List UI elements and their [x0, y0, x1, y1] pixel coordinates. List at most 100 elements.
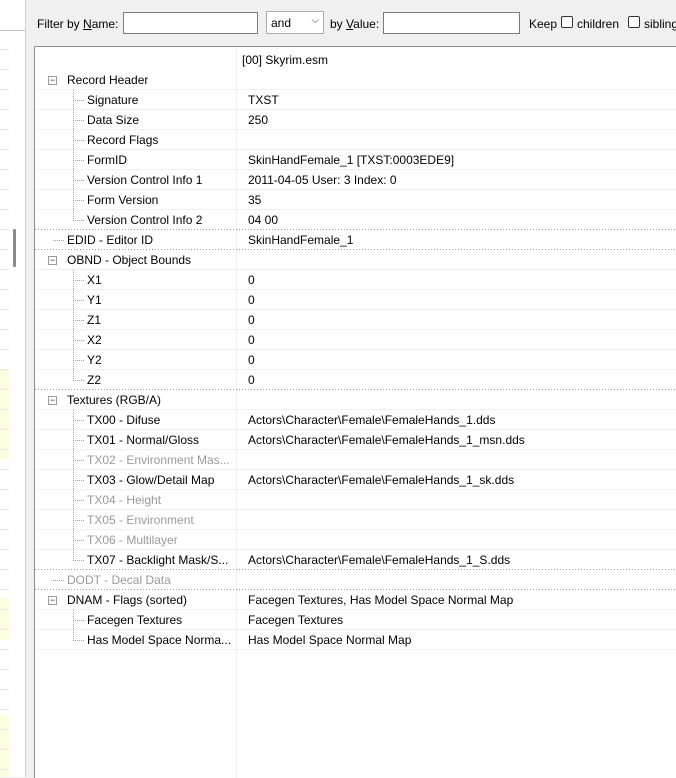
tree-row-version-control-1[interactable]: Version Control Info 1 2011-04-05 User: … — [35, 170, 676, 190]
tree-row-value: 2011-04-05 User: 3 Index: 0 — [248, 173, 397, 187]
tree-row-x1[interactable]: X1 0 — [35, 270, 676, 290]
tree-row-value: 0 — [248, 353, 255, 367]
tree-row-record-flags[interactable]: Record Flags — [35, 130, 676, 150]
tree-row-value: SkinHandFemale_1 [TXST:0003EDE9] — [248, 153, 455, 167]
tree-row-name: Data Size — [87, 113, 140, 127]
collapse-icon[interactable]: − — [48, 396, 57, 405]
tree-row-name: OBND - Object Bounds — [67, 253, 192, 267]
tree-row-x2[interactable]: X2 0 — [35, 330, 676, 350]
tree-row-name: Y2 — [87, 353, 102, 367]
tree-row-signature[interactable]: Signature TXST — [35, 90, 676, 110]
tree-row-name: TX00 - Difuse — [87, 413, 161, 427]
tree-row-name: TX05 - Environment — [87, 513, 194, 527]
tree-row-tx07[interactable]: TX07 - Backlight Mask/S... Actors\Charac… — [35, 550, 676, 570]
filter-name-input[interactable] — [123, 12, 258, 34]
collapse-icon[interactable]: − — [48, 76, 57, 85]
tree-row-tx06[interactable]: TX06 - Multilayer — [35, 530, 676, 550]
plugin-header-value: [00] Skyrim.esm — [242, 53, 329, 67]
tree-row-facegen-textures[interactable]: Facegen Textures Facegen Textures — [35, 610, 676, 630]
tree-row-tx00[interactable]: TX00 - Difuse Actors\Character\Female\Fe… — [35, 410, 676, 430]
left-pane-edge — [0, 0, 26, 777]
tree-row-name: TX04 - Height — [87, 493, 162, 507]
tree-row-name: TX02 - Environment Mas... — [87, 453, 230, 467]
filter-operator-select[interactable]: and ⌵ — [266, 11, 324, 34]
tree-row-name: Record Flags — [87, 133, 159, 147]
left-pane-grid — [0, 30, 9, 777]
filter-operator-value: and — [271, 16, 292, 30]
tree-row-z1[interactable]: Z1 0 — [35, 310, 676, 330]
filter-by-value-label: by Value: — [330, 17, 380, 31]
tree-row-version-control-2[interactable]: Version Control Info 2 04 00 — [35, 210, 676, 230]
tree-row-y1[interactable]: Y1 0 — [35, 290, 676, 310]
tree-row-name: DNAM - Flags (sorted) — [67, 593, 188, 607]
tree-row-dnam[interactable]: − DNAM - Flags (sorted) Facegen Textures… — [35, 590, 676, 610]
tree-row-value: Has Model Space Normal Map — [248, 633, 412, 647]
filter-value-input[interactable] — [383, 12, 520, 34]
tree-row-tx04[interactable]: TX04 - Height — [35, 490, 676, 510]
tree-row-name: EDID - Editor ID — [67, 233, 154, 247]
tree-row-value: Actors\Character\Female\FemaleHands_1_sk… — [248, 473, 515, 487]
tree-row-name: Has Model Space Norma... — [87, 633, 232, 647]
tree-row-value: 250 — [248, 113, 269, 127]
tree-row-name: Textures (RGB/A) — [67, 393, 162, 407]
chevron-down-icon: ⌵ — [311, 15, 319, 26]
tree-row-record-header[interactable]: − Record Header — [35, 70, 676, 90]
tree-row-value: 04 00 — [248, 213, 279, 227]
tree-row-value: SkinHandFemale_1 — [248, 233, 354, 247]
splitter-handle[interactable] — [13, 229, 16, 267]
keep-siblings-checkbox[interactable] — [628, 16, 640, 28]
tree-row-dodt[interactable]: DODT - Decal Data — [35, 570, 676, 590]
filter-by-name-label: Filter by Name: — [37, 17, 119, 31]
filter-toolbar: Filter by Name: and ⌵ by Value: Keep chi… — [28, 6, 676, 38]
tree-row-value: 0 — [248, 293, 255, 307]
tree-row-name: Z2 — [87, 373, 102, 387]
tree-row-name: Y1 — [87, 293, 102, 307]
tree-row-value: Facegen Textures — [248, 613, 344, 627]
tree-row-y2[interactable]: Y2 0 — [35, 350, 676, 370]
tree-row-value: 0 — [248, 373, 255, 387]
tree-row-name: Version Control Info 2 — [87, 213, 203, 227]
tree-row-name: FormID — [87, 153, 127, 167]
tree-row-value: 0 — [248, 273, 255, 287]
tree-row-name: X2 — [87, 333, 102, 347]
keep-children-label: children — [577, 17, 620, 31]
tree-row-tx01[interactable]: TX01 - Normal/Gloss Actors\Character\Fem… — [35, 430, 676, 450]
tree-row-name: Record Header — [67, 73, 149, 87]
tree-row-data-size[interactable]: Data Size 250 — [35, 110, 676, 130]
tree-row-name: TX03 - Glow/Detail Map — [87, 473, 215, 487]
tree-row-value: Actors\Character\Female\FemaleHands_1_ms… — [248, 433, 525, 447]
tree-row-name: TX07 - Backlight Mask/S... — [87, 553, 229, 567]
tree-row-tx05[interactable]: TX05 - Environment — [35, 510, 676, 530]
tree-row-model-space-normal[interactable]: Has Model Space Norma... Has Model Space… — [35, 630, 676, 650]
tree-row-name: TX06 - Multilayer — [87, 533, 178, 547]
keep-label: Keep — [529, 17, 558, 31]
tree-row-name: Signature — [87, 93, 139, 107]
tree-row-name: Form Version — [87, 193, 159, 207]
keep-siblings-label: sibling — [644, 17, 676, 31]
tree-row-name: Version Control Info 1 — [87, 173, 203, 187]
tree-row-value: Facegen Textures, Has Model Space Normal… — [248, 593, 514, 607]
collapse-icon[interactable]: − — [48, 596, 57, 605]
collapse-icon[interactable]: − — [48, 256, 57, 265]
tree-header-row: [00] Skyrim.esm — [35, 50, 676, 70]
tree-row-name: Facegen Textures — [87, 613, 183, 627]
tree-row-value: TXST — [248, 93, 279, 107]
tree-row-tx03[interactable]: TX03 - Glow/Detail Map Actors\Character\… — [35, 470, 676, 490]
tree-row-value: Actors\Character\Female\FemaleHands_1.dd… — [248, 413, 496, 427]
tree-row-form-version[interactable]: Form Version 35 — [35, 190, 676, 210]
record-tree[interactable]: [00] Skyrim.esm − Record Header Signatur… — [34, 46, 676, 778]
tree-row-value: Actors\Character\Female\FemaleHands_1_S.… — [248, 553, 511, 567]
tree-row-name: X1 — [87, 273, 102, 287]
tree-row-tx02[interactable]: TX02 - Environment Mas... — [35, 450, 676, 470]
tree-row-value: 35 — [248, 193, 262, 207]
tree-row-edid[interactable]: EDID - Editor ID SkinHandFemale_1 — [35, 230, 676, 250]
tree-row-textures[interactable]: − Textures (RGB/A) — [35, 390, 676, 410]
tree-row-formid[interactable]: FormID SkinHandFemale_1 [TXST:0003EDE9] — [35, 150, 676, 170]
tree-row-value: 0 — [248, 333, 255, 347]
tree-row-value: 0 — [248, 313, 255, 327]
tree-row-name: TX01 - Normal/Gloss — [87, 433, 200, 447]
keep-children-checkbox[interactable] — [561, 16, 573, 28]
tree-row-obnd[interactable]: − OBND - Object Bounds — [35, 250, 676, 270]
tree-row-name: DODT - Decal Data — [67, 573, 171, 587]
tree-row-z2[interactable]: Z2 0 — [35, 370, 676, 390]
